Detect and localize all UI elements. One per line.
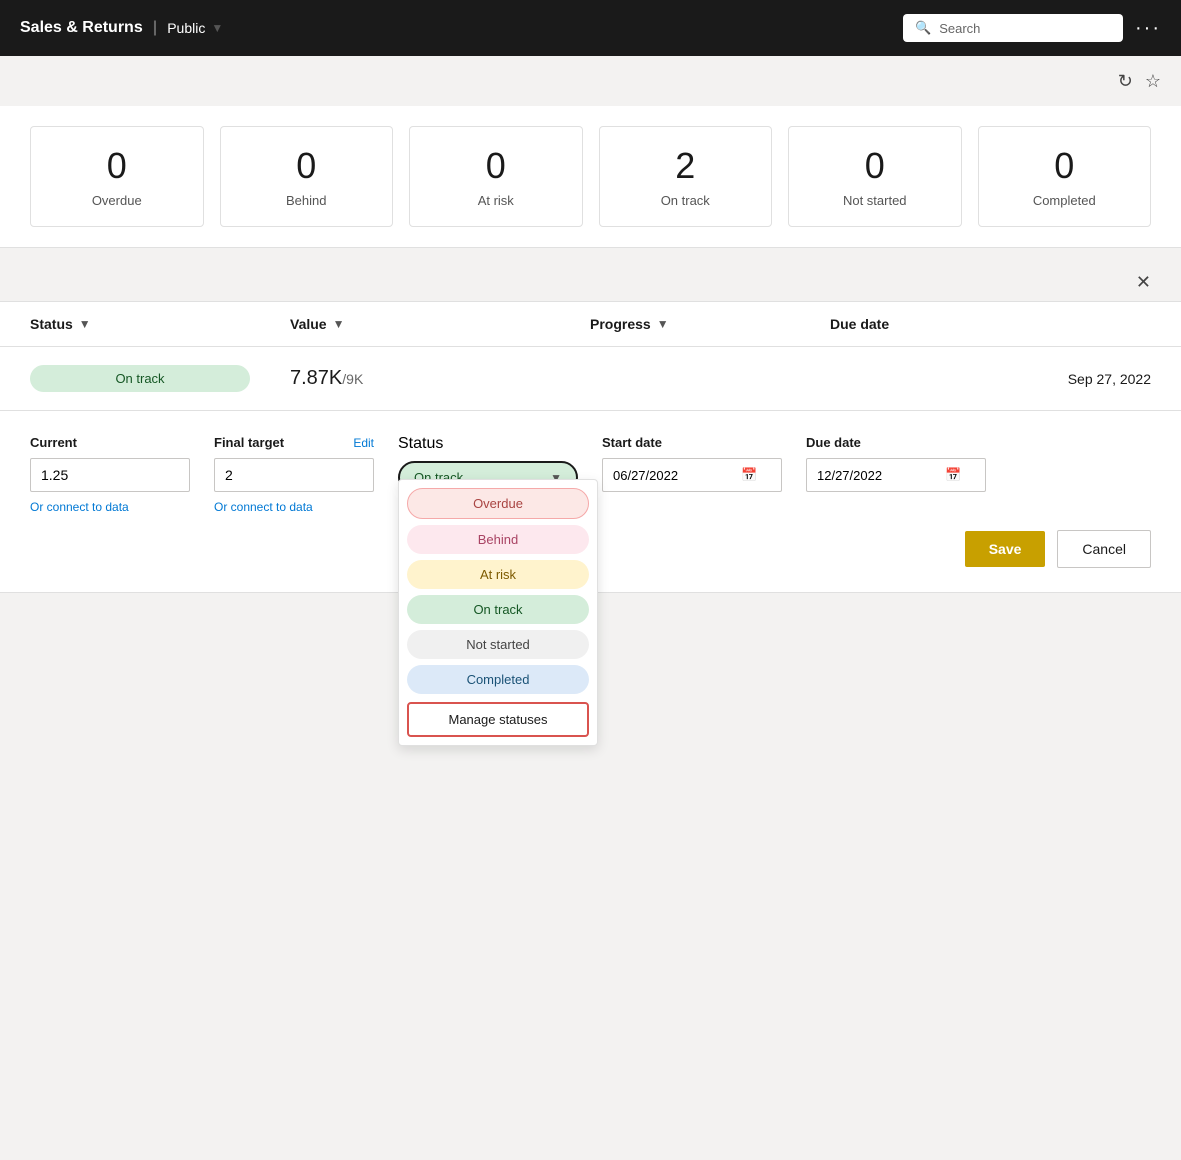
status-pill[interactable]: On track bbox=[30, 365, 250, 392]
dropdown-item-completed[interactable]: Completed bbox=[407, 665, 589, 694]
close-button[interactable]: ✕ bbox=[1136, 272, 1151, 293]
current-field-col: Current Or connect to data bbox=[30, 435, 190, 514]
final-target-input[interactable] bbox=[214, 458, 374, 492]
on-track-count: 2 bbox=[612, 145, 760, 187]
summary-card-completed[interactable]: 0 Completed bbox=[978, 126, 1152, 227]
behind-count: 0 bbox=[233, 145, 381, 187]
summary-card-overdue[interactable]: 0 Overdue bbox=[30, 126, 204, 227]
at-risk-count: 0 bbox=[422, 145, 570, 187]
search-icon: 🔍 bbox=[915, 20, 931, 36]
current-input[interactable] bbox=[30, 458, 190, 492]
behind-label: Behind bbox=[233, 193, 381, 208]
due-date-col: Due date 📅 bbox=[806, 435, 986, 492]
summary-section: 0 Overdue 0 Behind 0 At risk 2 On track … bbox=[0, 106, 1181, 248]
progress-sort-icon: ▼ bbox=[657, 317, 669, 331]
start-date-col: Start date 📅 bbox=[602, 435, 782, 492]
due-date-input-wrap[interactable]: 📅 bbox=[806, 458, 986, 492]
col-header-value[interactable]: Value ▼ bbox=[290, 316, 590, 332]
navbar-right: 🔍 Search ··· bbox=[903, 14, 1161, 42]
overdue-count: 0 bbox=[43, 145, 191, 187]
col-header-due-date: Due date bbox=[830, 316, 1151, 332]
status-dropdown-col: Status On track ▼ Overdue Behind At risk… bbox=[398, 435, 578, 494]
not-started-label: Not started bbox=[801, 193, 949, 208]
status-dropdown-label: Status bbox=[398, 435, 578, 453]
more-options-button[interactable]: ··· bbox=[1135, 17, 1161, 40]
navbar-left: Sales & Returns | Public ▼ bbox=[20, 19, 223, 37]
col-header-progress[interactable]: Progress ▼ bbox=[590, 316, 830, 332]
refresh-icon[interactable]: ↻ bbox=[1118, 71, 1133, 92]
navbar-visibility[interactable]: Public ▼ bbox=[167, 20, 223, 36]
start-date-input-wrap[interactable]: 📅 bbox=[602, 458, 782, 492]
summary-card-at-risk[interactable]: 0 At risk bbox=[409, 126, 583, 227]
edit-section: Current Or connect to data Final target … bbox=[0, 411, 1181, 593]
final-target-field-col: Final target Edit Or connect to data bbox=[214, 435, 374, 514]
on-track-label: On track bbox=[612, 193, 760, 208]
not-started-count: 0 bbox=[801, 145, 949, 187]
dropdown-item-not-started[interactable]: Not started bbox=[407, 630, 589, 659]
due-date-label: Due date bbox=[806, 435, 986, 450]
dropdown-item-at-risk[interactable]: At risk bbox=[407, 560, 589, 589]
dropdown-item-overdue[interactable]: Overdue bbox=[407, 488, 589, 519]
final-target-label: Final target bbox=[214, 435, 284, 450]
status-sort-icon: ▼ bbox=[79, 317, 91, 331]
due-date-input[interactable] bbox=[817, 468, 937, 483]
summary-card-not-started[interactable]: 0 Not started bbox=[788, 126, 962, 227]
app-title: Sales & Returns bbox=[20, 19, 143, 37]
edit-fields-row: Current Or connect to data Final target … bbox=[30, 435, 1151, 514]
manage-statuses-button[interactable]: Manage statuses bbox=[407, 702, 589, 737]
value-sort-icon: ▼ bbox=[333, 317, 345, 331]
row-value: 7.87K bbox=[290, 367, 342, 389]
toolbar-row: ↻ ☆ bbox=[0, 56, 1181, 106]
calendar-icon-start[interactable]: 📅 bbox=[741, 467, 757, 483]
completed-count: 0 bbox=[991, 145, 1139, 187]
at-risk-label: At risk bbox=[422, 193, 570, 208]
start-date-label: Start date bbox=[602, 435, 782, 450]
connect-to-data-target[interactable]: Or connect to data bbox=[214, 500, 374, 514]
chevron-down-icon: ▼ bbox=[211, 21, 223, 35]
connect-to-data-current[interactable]: Or connect to data bbox=[30, 500, 190, 514]
save-button[interactable]: Save bbox=[965, 531, 1046, 567]
summary-card-on-track[interactable]: 2 On track bbox=[599, 126, 773, 227]
overdue-label: Overdue bbox=[43, 193, 191, 208]
row-due-date: Sep 27, 2022 bbox=[1068, 371, 1151, 387]
dropdown-item-on-track[interactable]: On track bbox=[407, 595, 589, 624]
row-due-date-col: Sep 27, 2022 bbox=[830, 371, 1151, 387]
navbar: Sales & Returns | Public ▼ 🔍 Search ··· bbox=[0, 0, 1181, 56]
row-value-col: 7.87K/9K bbox=[290, 367, 590, 390]
search-placeholder: Search bbox=[939, 21, 980, 36]
star-icon[interactable]: ☆ bbox=[1145, 71, 1161, 92]
column-headers: Status ▼ Value ▼ Progress ▼ Due date bbox=[0, 301, 1181, 347]
summary-card-behind[interactable]: 0 Behind bbox=[220, 126, 394, 227]
cancel-button[interactable]: Cancel bbox=[1057, 530, 1151, 568]
main-data-row: On track 7.87K/9K Sep 27, 2022 bbox=[0, 347, 1181, 411]
final-target-label-row: Final target Edit bbox=[214, 435, 374, 450]
filter-section: ✕ bbox=[0, 248, 1181, 301]
edit-link[interactable]: Edit bbox=[353, 436, 374, 450]
dropdown-item-behind[interactable]: Behind bbox=[407, 525, 589, 554]
completed-label: Completed bbox=[991, 193, 1139, 208]
start-date-input[interactable] bbox=[613, 468, 733, 483]
current-label: Current bbox=[30, 435, 190, 450]
filter-close-row: ✕ bbox=[30, 264, 1151, 301]
status-dropdown-menu: Overdue Behind At risk On track Not star… bbox=[398, 479, 598, 746]
row-status-col: On track bbox=[30, 365, 290, 392]
col-header-status[interactable]: Status ▼ bbox=[30, 316, 290, 332]
calendar-icon-due[interactable]: 📅 bbox=[945, 467, 961, 483]
row-target: 9K bbox=[346, 371, 363, 387]
navbar-divider: | bbox=[153, 19, 157, 37]
search-box[interactable]: 🔍 Search bbox=[903, 14, 1123, 42]
